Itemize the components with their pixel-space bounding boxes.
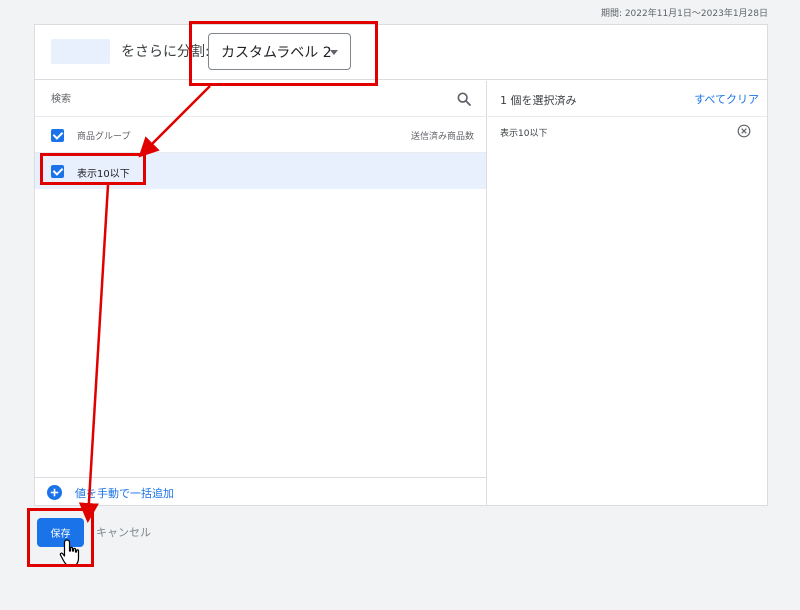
list-header: 商品グループ 送信済み商品数 <box>35 117 486 153</box>
list-item[interactable]: 表示10以下 <box>35 153 486 189</box>
available-values-pane: 商品グループ 送信済み商品数 表示10以下 値を手動で一括追加 <box>35 81 487 505</box>
date-range-label: 期間: 2022年11月1日～2023年1月28日 <box>600 9 768 19</box>
selected-header: 1 個を選択済み すべてクリア <box>488 81 767 117</box>
selected-item: 表示10以下 <box>488 117 767 147</box>
dimension-chip <box>51 39 110 64</box>
caret-down-icon <box>330 50 338 55</box>
search-icon[interactable] <box>456 91 472 107</box>
item-label: 表示10以下 <box>77 169 130 180</box>
bulk-add-row: 値を手動で一括追加 <box>35 477 486 505</box>
dialog-header: をさらに分割: カスタムラベル 2 <box>35 25 767 80</box>
split-dialog: をさらに分割: カスタムラベル 2 商品グループ 送信済み商品数 表示10以下 <box>34 24 768 506</box>
column-header-submitted-count: 送信済み商品数 <box>410 132 474 142</box>
hand-cursor-icon <box>59 539 80 567</box>
clear-all-link[interactable]: すべてクリア <box>694 91 759 107</box>
selected-values-pane: 1 個を選択済み すべてクリア 表示10以下 <box>488 81 767 505</box>
split-label: をさらに分割: <box>121 44 210 60</box>
remove-circle-icon[interactable] <box>737 124 751 138</box>
dimension-dropdown-value: カスタムラベル 2 <box>221 44 332 61</box>
cancel-button[interactable]: キャンセル <box>96 524 151 540</box>
selected-count: 1 個を選択済み <box>500 94 577 107</box>
column-header-product-group: 商品グループ <box>77 132 131 142</box>
dimension-dropdown[interactable]: カスタムラベル 2 <box>208 33 351 70</box>
item-checkbox[interactable] <box>51 165 64 178</box>
select-all-checkbox[interactable] <box>51 129 64 142</box>
plus-circle-icon[interactable] <box>47 485 62 500</box>
selected-item-label: 表示10以下 <box>500 129 548 139</box>
search-bar <box>35 81 486 117</box>
bulk-add-link[interactable]: 値を手動で一括追加 <box>75 485 174 501</box>
search-input[interactable] <box>51 89 431 109</box>
